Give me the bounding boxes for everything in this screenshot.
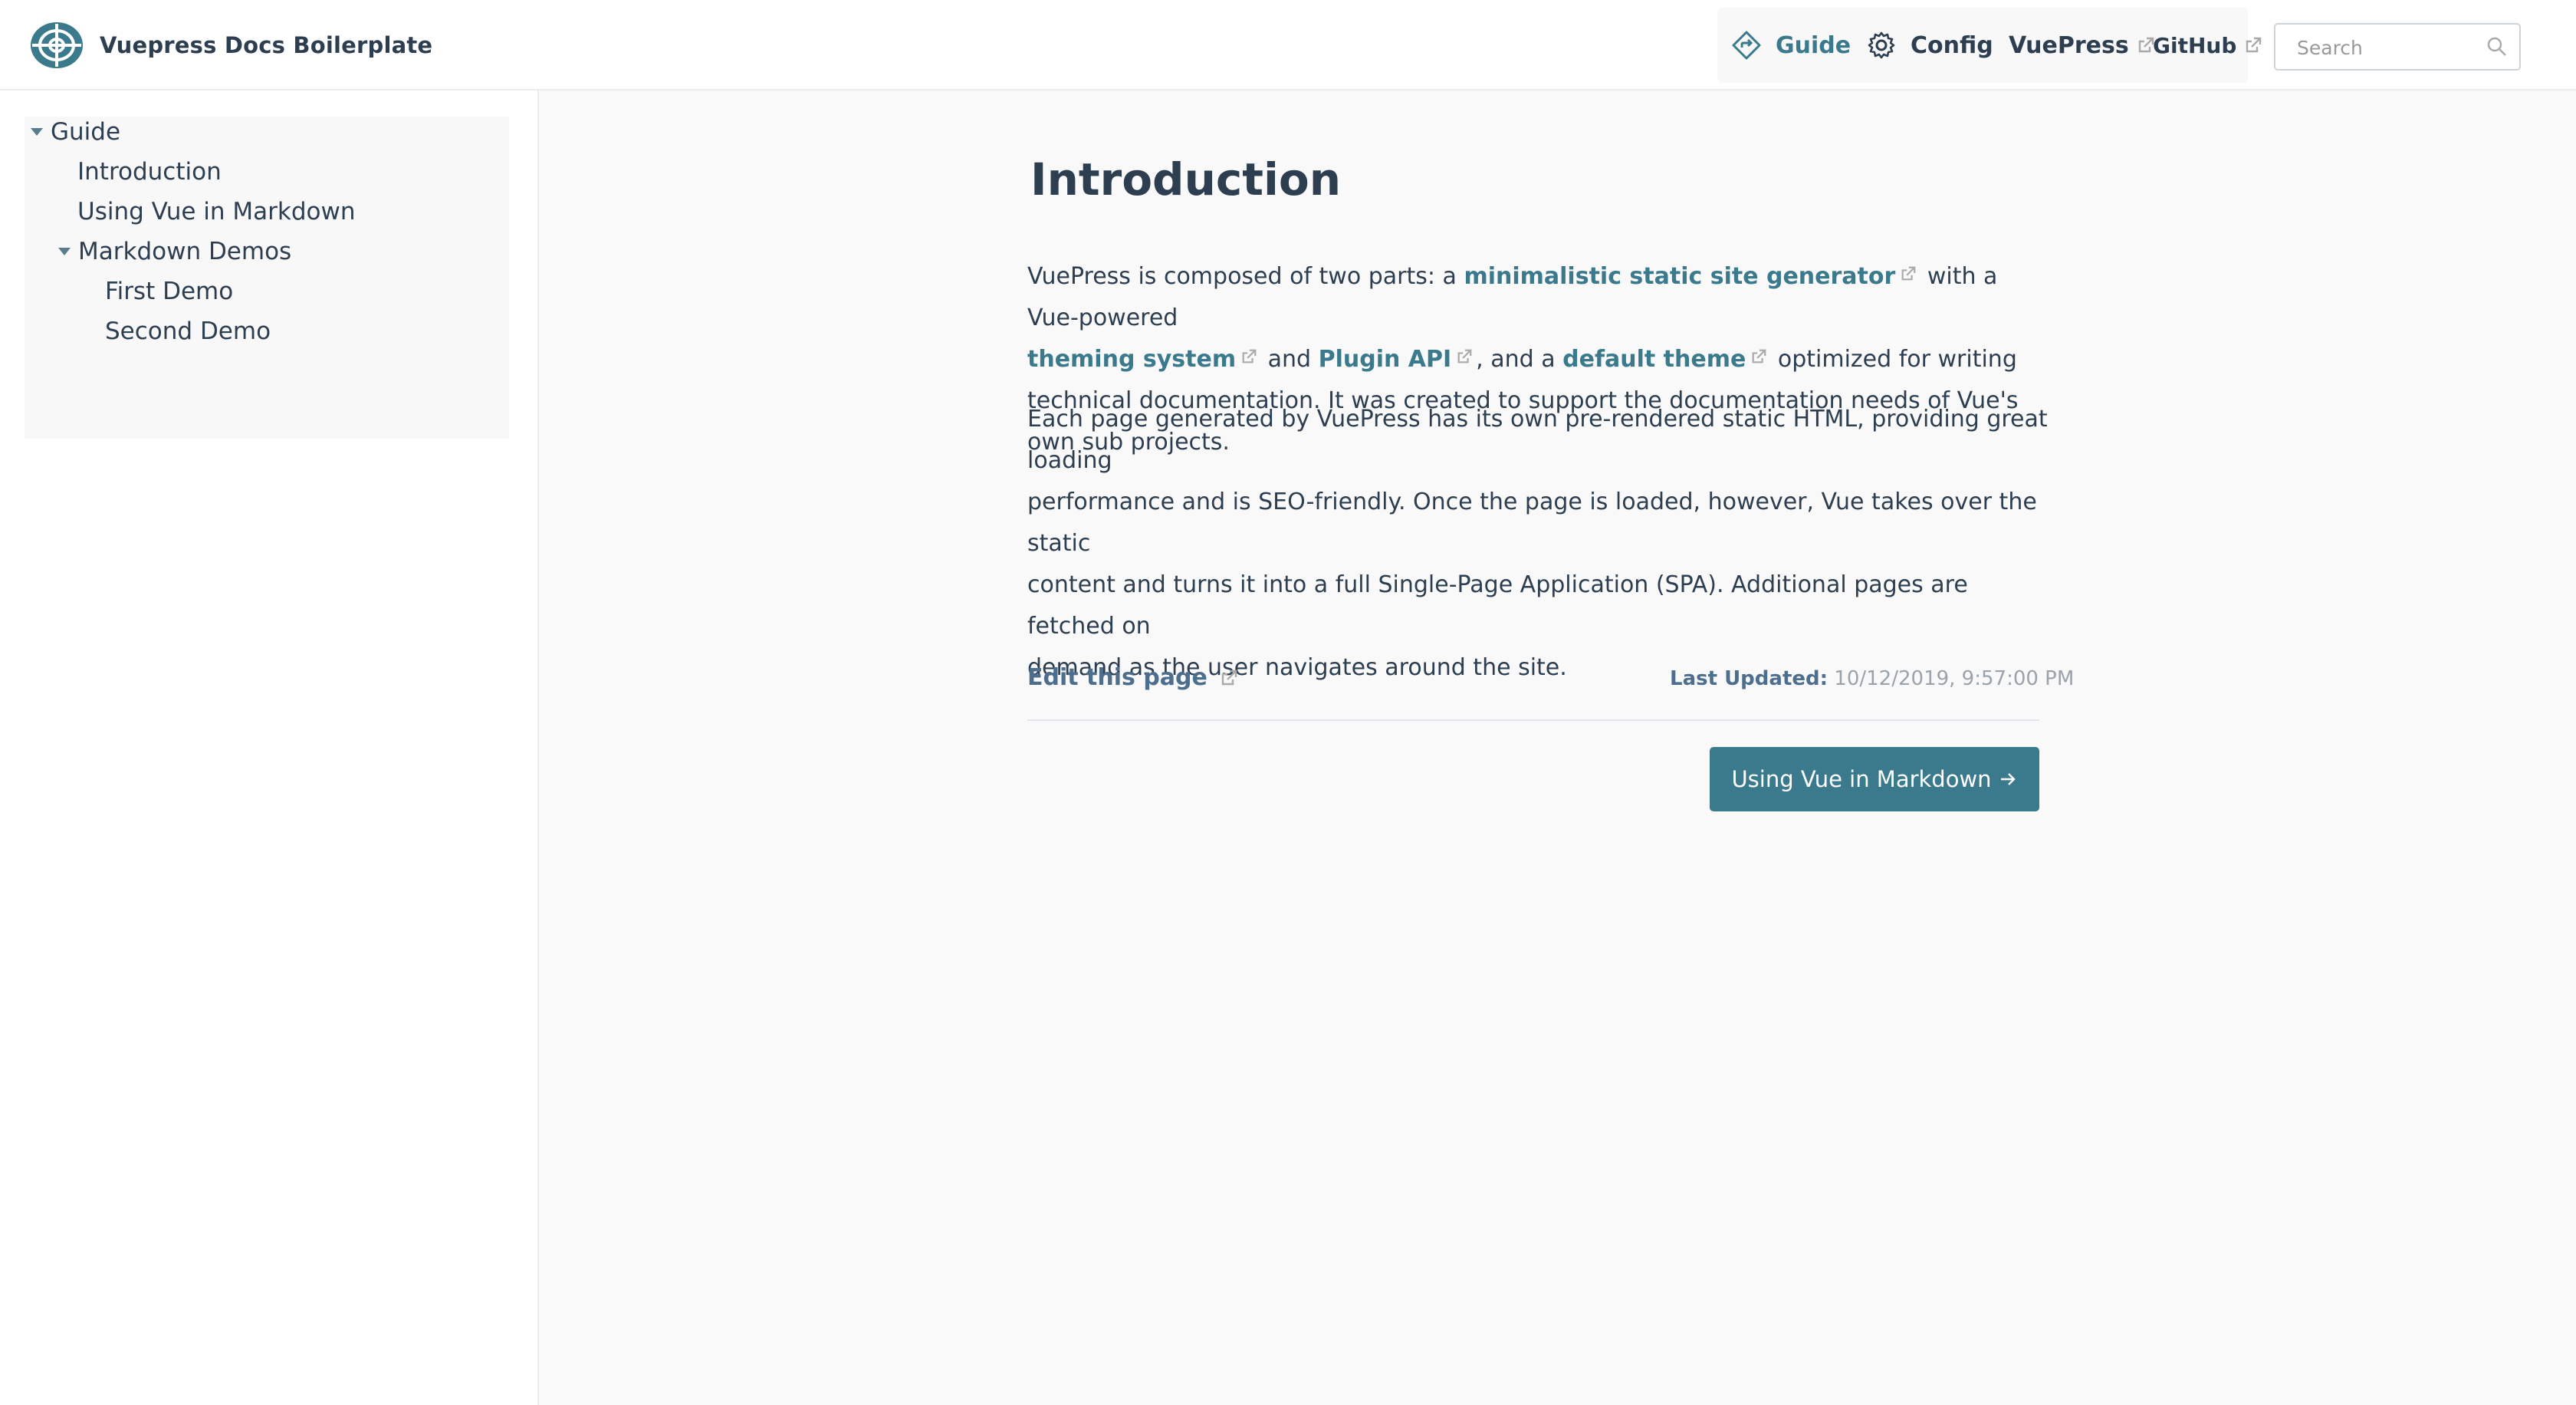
nav-links: Guide Config VuePress GitHub — [1717, 8, 2262, 83]
nav-vuepress-label: VuePress — [2009, 31, 2129, 59]
plugin-api-link[interactable]: Plugin API — [1319, 346, 1452, 373]
site-brand[interactable]: Vuepress Docs Boilerplate — [29, 21, 432, 69]
paragraph-line: content and turns it into a full Single-… — [1027, 571, 1968, 640]
caret-down-icon — [58, 248, 71, 255]
external-link-icon — [1221, 670, 1237, 685]
nav-guide-label: Guide — [1776, 31, 1852, 59]
nav-github-label: GitHub — [2153, 32, 2237, 58]
sidebar-item-label: Introduction — [77, 158, 222, 186]
sidebar-item-label: First Demo — [105, 278, 234, 305]
nav-vuepress-link[interactable]: VuePress — [2009, 8, 2155, 83]
sidebar-item-first-demo[interactable]: First Demo — [105, 276, 233, 307]
paragraph-text: , and a — [1476, 346, 1563, 373]
static-site-generator-link[interactable]: minimalistic static site generator — [1464, 263, 1895, 290]
theming-system-link[interactable]: theming system — [1027, 346, 1236, 373]
search-input[interactable] — [2297, 35, 2473, 60]
paragraph-line: performance and is SEO-friendly. Once th… — [1027, 489, 2037, 557]
page-title: Introduction — [1030, 153, 1341, 206]
nav-github-link[interactable]: GitHub — [2153, 8, 2262, 83]
next-page-label: Using Vue in Markdown — [1731, 766, 1992, 792]
guide-icon — [1732, 31, 1761, 60]
sidebar-item-second-demo[interactable]: Second Demo — [105, 316, 271, 347]
external-link-icon — [1901, 266, 1916, 281]
paragraph-text: and — [1260, 346, 1319, 373]
sidebar-item-using-vue[interactable]: Using Vue in Markdown — [77, 196, 356, 227]
nav-guide-link[interactable]: Guide — [1731, 8, 1851, 83]
arrow-right-icon — [2000, 773, 2016, 785]
edit-page-label: Edit this page — [1027, 664, 1208, 691]
nav-config-label: Config — [1911, 31, 1993, 59]
sidebar-item-introduction[interactable]: Introduction — [77, 156, 222, 187]
sidebar-item-label: Using Vue in Markdown — [77, 198, 356, 225]
external-link-icon — [1457, 349, 1472, 364]
top-navbar: Vuepress Docs Boilerplate Guide Config V… — [0, 0, 2576, 90]
nav-config-link[interactable]: Config — [1866, 8, 1993, 83]
divider — [1027, 719, 2039, 721]
next-page-button[interactable]: Using Vue in Markdown — [1710, 747, 2039, 811]
sidebar-group-demos-label: Markdown Demos — [78, 238, 292, 265]
site-name: Vuepress Docs Boilerplate — [100, 32, 433, 58]
sidebar-item-label: Second Demo — [105, 318, 271, 345]
sidebar-group-markdown-demos[interactable]: Markdown Demos — [58, 236, 291, 267]
sidebar-group-guide[interactable]: Guide — [31, 117, 120, 147]
search-icon[interactable] — [2486, 35, 2509, 58]
paragraph-text: VuePress is composed of two parts: a — [1027, 263, 1464, 290]
rendering-paragraph: Each page generated by VuePress has its … — [1027, 399, 2055, 689]
logo-icon — [31, 22, 83, 68]
gear-icon — [1868, 31, 1895, 59]
search-box[interactable] — [2274, 23, 2521, 71]
edit-page-link[interactable]: Edit this page — [1027, 664, 1238, 691]
sidebar-group-guide-label: Guide — [51, 118, 121, 146]
last-updated-value: 10/12/2019, 9:57:00 PM — [1834, 667, 2075, 690]
external-link-icon — [2246, 37, 2262, 53]
paragraph-line: Each page generated by VuePress has its … — [1027, 406, 2048, 474]
last-updated: Last Updated: 10/12/2019, 9:57:00 PM — [1670, 667, 2074, 690]
caret-down-icon — [31, 128, 43, 136]
external-link-icon — [1752, 349, 1766, 364]
external-link-icon — [1242, 349, 1257, 364]
default-theme-link[interactable]: default theme — [1562, 346, 1746, 373]
sidebar: Guide Introduction Using Vue in Markdown… — [0, 90, 539, 1405]
last-updated-label: Last Updated: — [1670, 667, 1829, 690]
